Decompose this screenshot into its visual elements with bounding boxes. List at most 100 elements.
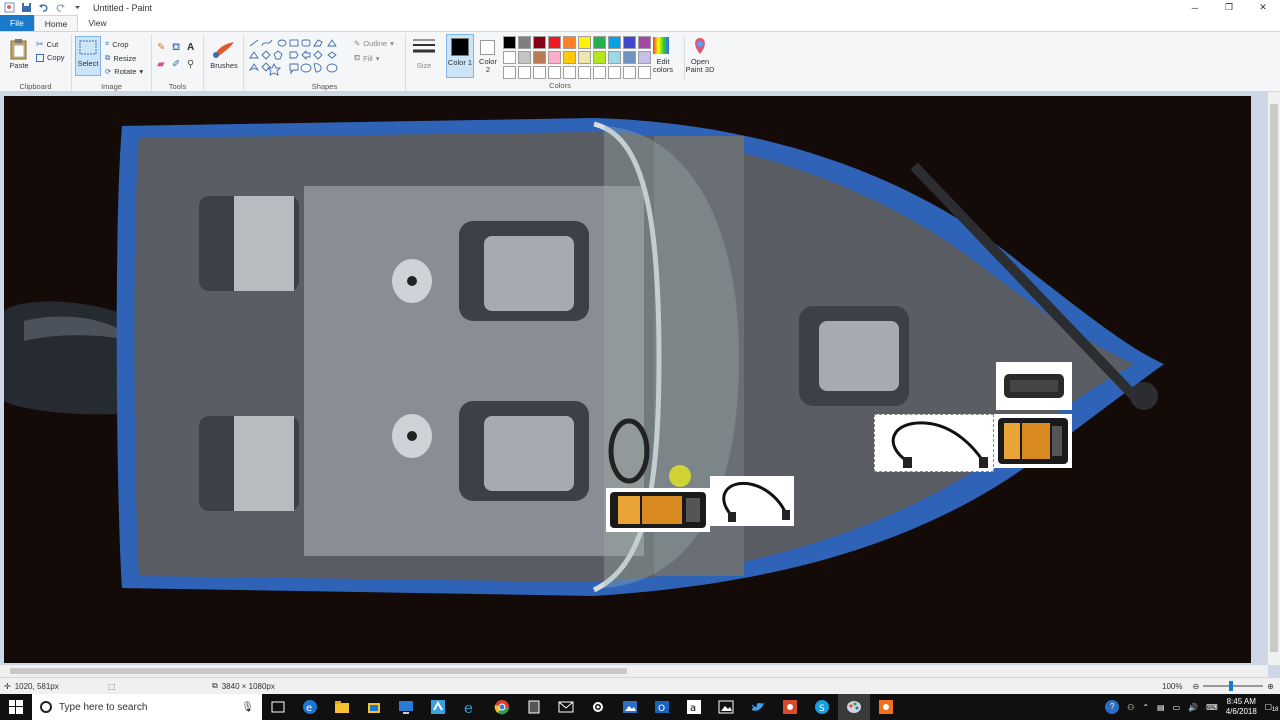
- tab-home[interactable]: Home: [33, 15, 79, 31]
- select-button[interactable]: Select: [75, 36, 101, 76]
- shapes-gallery[interactable]: [248, 38, 348, 78]
- edge-icon[interactable]: e: [294, 694, 326, 720]
- color-swatch[interactable]: [593, 51, 606, 64]
- color-swatch[interactable]: [518, 36, 531, 49]
- copy-button[interactable]: Copy: [36, 53, 65, 62]
- customize-toolbar-icon[interactable]: [72, 2, 83, 13]
- horizontal-scroll-thumb[interactable]: [10, 668, 627, 674]
- color-swatch[interactable]: [623, 66, 636, 79]
- crop-button[interactable]: ⌗ Crop: [105, 39, 129, 49]
- color-swatch[interactable]: [503, 66, 516, 79]
- paint-app-icon[interactable]: [4, 2, 15, 13]
- task-view-icon[interactable]: [262, 694, 294, 720]
- color-swatch[interactable]: [608, 51, 621, 64]
- color-swatch[interactable]: [608, 66, 621, 79]
- resize-button[interactable]: ⧉ Resize: [105, 53, 136, 63]
- color-swatch[interactable]: [518, 66, 531, 79]
- volume-icon[interactable]: 🔊: [1188, 703, 1198, 712]
- color2-button[interactable]: Color 2: [476, 34, 500, 78]
- fill-button[interactable]: ⛾ Fill ▾: [354, 53, 380, 63]
- rotate-button[interactable]: ⟳ Rotate ▾: [105, 67, 143, 76]
- skype-icon[interactable]: S: [806, 694, 838, 720]
- vertical-scrollbar[interactable]: [1268, 92, 1280, 665]
- photos-icon[interactable]: [614, 694, 646, 720]
- color-swatch[interactable]: [548, 36, 561, 49]
- language-icon[interactable]: ⌨: [1206, 703, 1218, 712]
- color-swatch[interactable]: [623, 36, 636, 49]
- display-icon[interactable]: ▭: [1173, 703, 1181, 712]
- snagit-icon[interactable]: [870, 694, 902, 720]
- color-swatch[interactable]: [563, 36, 576, 49]
- color-swatch[interactable]: [593, 66, 606, 79]
- recorder-app-icon[interactable]: [774, 694, 806, 720]
- magnifier-icon[interactable]: ⚲: [187, 59, 201, 75]
- color-swatch[interactable]: [503, 36, 516, 49]
- color-swatch[interactable]: [533, 66, 546, 79]
- color-swatch[interactable]: [518, 51, 531, 64]
- color-swatch[interactable]: [593, 36, 606, 49]
- color-swatch[interactable]: [578, 66, 591, 79]
- color-swatch[interactable]: [548, 51, 561, 64]
- zoom-out-button[interactable]: ⊖: [1192, 682, 1199, 691]
- color1-button[interactable]: Color 1: [446, 34, 474, 78]
- color-swatch[interactable]: [563, 51, 576, 64]
- maximize-button[interactable]: ❐: [1212, 0, 1246, 15]
- undo-icon[interactable]: [38, 2, 49, 13]
- zoom-in-button[interactable]: ⊕: [1267, 682, 1274, 691]
- help-icon[interactable]: ?: [1105, 700, 1120, 714]
- color-swatch[interactable]: [608, 36, 621, 49]
- microphone-icon[interactable]: 🎙: [241, 702, 254, 713]
- vpn-icon[interactable]: [422, 694, 454, 720]
- taskbar-search[interactable]: Type here to search 🎙: [32, 694, 262, 720]
- color-swatch[interactable]: [533, 36, 546, 49]
- show-hidden-icons[interactable]: ⌃: [1142, 703, 1149, 712]
- cut-button[interactable]: ✂ Cut: [36, 39, 58, 50]
- pasted-fishfinder-image-1[interactable]: [606, 488, 710, 532]
- paint-taskbar-icon[interactable]: [838, 694, 870, 720]
- close-button[interactable]: ✕: [1246, 0, 1280, 15]
- minimize-button[interactable]: ─: [1178, 0, 1212, 15]
- start-button[interactable]: [0, 694, 32, 720]
- pasted-mount-image[interactable]: [996, 362, 1072, 410]
- pasted-fishfinder-image-2[interactable]: [994, 414, 1072, 468]
- amazon-icon[interactable]: a: [678, 694, 710, 720]
- mail-icon[interactable]: [550, 694, 582, 720]
- color-swatch[interactable]: [623, 51, 636, 64]
- twitter-icon[interactable]: [742, 694, 774, 720]
- tab-file[interactable]: File: [0, 15, 34, 31]
- color-picker-icon[interactable]: ✐: [172, 59, 186, 75]
- pencil-icon[interactable]: ✎: [157, 42, 171, 58]
- people-icon[interactable]: ⚇: [1127, 703, 1134, 712]
- chrome-icon[interactable]: [486, 694, 518, 720]
- clock[interactable]: 8:45 AM 4/6/2018: [1226, 697, 1257, 717]
- canvas[interactable]: [4, 96, 1251, 663]
- pasted-cable-image-2[interactable]: [874, 414, 994, 472]
- notification-center-icon[interactable]: ☐ 18: [1265, 703, 1279, 713]
- color-swatch[interactable]: [563, 66, 576, 79]
- store-icon[interactable]: [358, 694, 390, 720]
- paste-button[interactable]: Paste: [6, 38, 32, 74]
- fill-bucket-icon[interactable]: ⛾: [172, 42, 186, 58]
- photos-viewer-icon[interactable]: [710, 694, 742, 720]
- color-swatch[interactable]: [503, 51, 516, 64]
- zoom-slider[interactable]: [1203, 681, 1264, 691]
- pasted-cable-image-1[interactable]: [710, 476, 794, 526]
- redo-icon[interactable]: [55, 2, 66, 13]
- remote-desktop-icon[interactable]: [390, 694, 422, 720]
- file-explorer-icon[interactable]: [326, 694, 358, 720]
- outline-button[interactable]: ✎ Outline ▾: [354, 39, 394, 48]
- color-swatch[interactable]: [548, 66, 561, 79]
- network-icon[interactable]: ▤: [1157, 703, 1165, 712]
- size-button[interactable]: Size: [410, 36, 440, 80]
- outlook-icon[interactable]: O: [646, 694, 678, 720]
- text-tool-icon[interactable]: A: [187, 42, 201, 58]
- color-swatch[interactable]: [578, 51, 591, 64]
- edit-colors-button[interactable]: Edit colors: [650, 36, 676, 80]
- save-icon[interactable]: [21, 2, 32, 13]
- internet-explorer-icon[interactable]: e: [454, 694, 486, 720]
- horizontal-scrollbar[interactable]: [0, 665, 1268, 677]
- vertical-scroll-thumb[interactable]: [1270, 104, 1278, 652]
- settings-icon[interactable]: [582, 694, 614, 720]
- eraser-icon[interactable]: ▰: [157, 59, 171, 75]
- color-swatch[interactable]: [533, 51, 546, 64]
